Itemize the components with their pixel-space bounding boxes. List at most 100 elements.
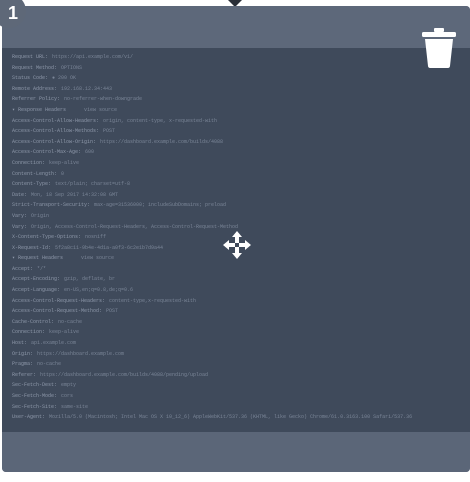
log-value: keep-alive xyxy=(49,329,80,336)
log-value: Mon, 18 Sep 2017 14:32:08 GMT xyxy=(31,191,119,198)
log-line: Accept-Encoding: gzip, deflate, br xyxy=(12,274,464,285)
log-key: Access-Control-Allow-Origin: xyxy=(12,138,97,145)
move-arrows-icon[interactable] xyxy=(222,230,252,260)
log-key: Origin: xyxy=(12,350,34,357)
log-line: Request URL: https://api.example.com/v1/ xyxy=(12,52,464,63)
log-line: Access-Control-Allow-Origin: https://dash… xyxy=(12,137,464,148)
log-key: Sec-Fetch-Dest: xyxy=(12,382,58,389)
log-value: no-referrer-when-downgrade xyxy=(64,96,143,103)
log-line: Access-Control-Allow-Headers: origin, con… xyxy=(12,116,464,127)
screenshot-stage: Request URL: https://api.example.com/v1/R… xyxy=(0,0,470,482)
log-key: Date: xyxy=(12,191,28,198)
log-key: X-Request-Id: xyxy=(12,244,52,251)
log-value: en-US,en;q=0.8,de;q=0.6 xyxy=(64,287,134,294)
log-line: Pragma: no-cache xyxy=(12,359,464,370)
log-line: Date: Mon, 18 Sep 2017 14:32:08 GMT xyxy=(12,190,464,201)
log-value: https://dashboard.example.com/builds/408… xyxy=(100,138,224,145)
log-value: https://dashboard.example.com xyxy=(37,350,125,357)
log-line: Connection: keep-alive xyxy=(12,158,464,169)
log-key: Content-Type: xyxy=(12,181,52,188)
log-line: Remote Address: 192.168.12.34:443 xyxy=(12,84,464,95)
log-value: api.example.com xyxy=(31,340,77,347)
log-key: Sec-Fetch-Site: xyxy=(12,403,58,410)
log-line: Status Code: ● 200 OK xyxy=(12,73,464,84)
log-line: Cache-Control: no-cache xyxy=(12,317,464,328)
log-key: Host: xyxy=(12,340,28,347)
log-value: empty xyxy=(61,382,77,389)
log-key: Access-Control-Request-Method: xyxy=(12,308,103,315)
log-line: Sec-Fetch-Site: same-site xyxy=(12,402,464,413)
log-key: Sec-Fetch-Mode: xyxy=(12,393,58,399)
log-key: Referer: xyxy=(12,371,37,378)
log-line: Access-Control-Allow-Methods: POST xyxy=(12,126,464,137)
log-key: Status Code: xyxy=(12,75,49,82)
log-key: Accept-Language: xyxy=(12,287,61,294)
trash-icon[interactable] xyxy=(422,28,456,68)
log-value: 192.168.12.34:443 xyxy=(61,85,113,92)
log-key: Accept: xyxy=(12,265,34,272)
log-key: Connection: xyxy=(12,159,46,166)
log-key: Vary: xyxy=(12,223,28,230)
log-line: User-Agent: Mozilla/5.0 (Macintosh; Intel… xyxy=(12,412,464,423)
log-key: Access-Control-Max-Age: xyxy=(12,149,82,156)
log-line: Connection: keep-alive xyxy=(12,327,464,338)
log-value: 5f2a8c11-9b4e-4d1a-a0f3-6c2e1b7d9a44 xyxy=(55,244,164,251)
log-value: no-cache xyxy=(58,318,83,325)
log-value: 0 xyxy=(61,170,65,177)
log-line: Access-Control-Request-Method: POST xyxy=(12,306,464,317)
log-value: text/plain; charset=utf-8 xyxy=(55,181,131,188)
log-key: ▾ Response Headers xyxy=(12,106,67,113)
log-line: Content-Length: 0 xyxy=(12,169,464,180)
log-value: gzip, deflate, br xyxy=(64,276,116,283)
log-value: Origin xyxy=(31,212,50,219)
log-key: X-Content-Type-Options: xyxy=(12,234,82,241)
log-value: OPTIONS xyxy=(61,64,83,71)
log-value: origin, content-type, x-requested-with xyxy=(103,117,218,124)
log-line: Sec-Fetch-Dest: empty xyxy=(12,380,464,391)
log-key: Strict-Transport-Security: xyxy=(12,202,91,209)
log-key: Pragma: xyxy=(12,361,34,368)
log-line: Strict-Transport-Security: max-age=315360… xyxy=(12,200,464,211)
log-value: Mozilla/5.0 (Macintosh; Intel Mac OS X 1… xyxy=(49,414,413,421)
log-line: Content-Type: text/plain; charset=utf-8 xyxy=(12,179,464,190)
log-value: no-cache xyxy=(37,361,62,368)
log-section-header: ▾ Response Headers view source xyxy=(12,105,464,116)
log-line: Referer: https://dashboard.example.com/bu… xyxy=(12,370,464,381)
log-key: Request Method: xyxy=(12,64,58,71)
log-line: Origin: https://dashboard.example.com xyxy=(12,349,464,360)
log-value[interactable]: view source xyxy=(84,107,117,113)
log-key: ▾ Request Headers xyxy=(12,255,64,262)
log-key: Cache-Control: xyxy=(12,318,55,325)
log-line: Request Method: OPTIONS xyxy=(12,63,464,74)
log-value: same-site xyxy=(61,403,89,410)
card-header xyxy=(2,6,470,48)
log-line: Sec-Fetch-Mode: cors xyxy=(12,391,464,402)
log-value: cors xyxy=(61,393,74,399)
log-value: Origin, Access-Control-Request-Headers, … xyxy=(31,223,239,230)
log-key: Remote Address: xyxy=(12,85,58,92)
log-value: content-type,x-requested-with xyxy=(109,297,197,304)
log-value: keep-alive xyxy=(49,159,80,166)
log-key: Content-Length: xyxy=(12,170,58,177)
log-key: Access-Control-Request-Headers: xyxy=(12,297,106,304)
log-value: ● 200 OK xyxy=(52,75,77,82)
log-line: Access-Control-Max-Age: 600 xyxy=(12,147,464,158)
log-value: https://api.example.com/v1/ xyxy=(52,54,134,60)
annotation-card[interactable]: Request URL: https://api.example.com/v1/R… xyxy=(2,6,470,472)
log-value: */* xyxy=(37,265,47,272)
log-key: Accept-Encoding: xyxy=(12,276,61,283)
log-value: https://dashboard.example.com/builds/408… xyxy=(40,371,209,378)
log-line: Access-Control-Request-Headers: content-t… xyxy=(12,296,464,307)
log-value: POST xyxy=(103,128,116,135)
log-line: Accept: */* xyxy=(12,264,464,275)
log-value[interactable]: view source xyxy=(81,255,114,261)
log-key: Request URL: xyxy=(12,54,49,60)
log-value: max-age=31536000; includeSubDomains; pre… xyxy=(94,202,227,209)
log-key: Access-Control-Allow-Methods: xyxy=(12,128,100,135)
log-key: Access-Control-Allow-Headers: xyxy=(12,117,100,124)
log-line: Accept-Language: en-US,en;q=0.8,de;q=0.6 xyxy=(12,285,464,296)
log-line: Vary: Origin xyxy=(12,211,464,222)
card-footer xyxy=(2,432,470,472)
log-line: Referrer Policy: no-referrer-when-downgra… xyxy=(12,94,464,105)
log-key: Vary: xyxy=(12,212,28,219)
